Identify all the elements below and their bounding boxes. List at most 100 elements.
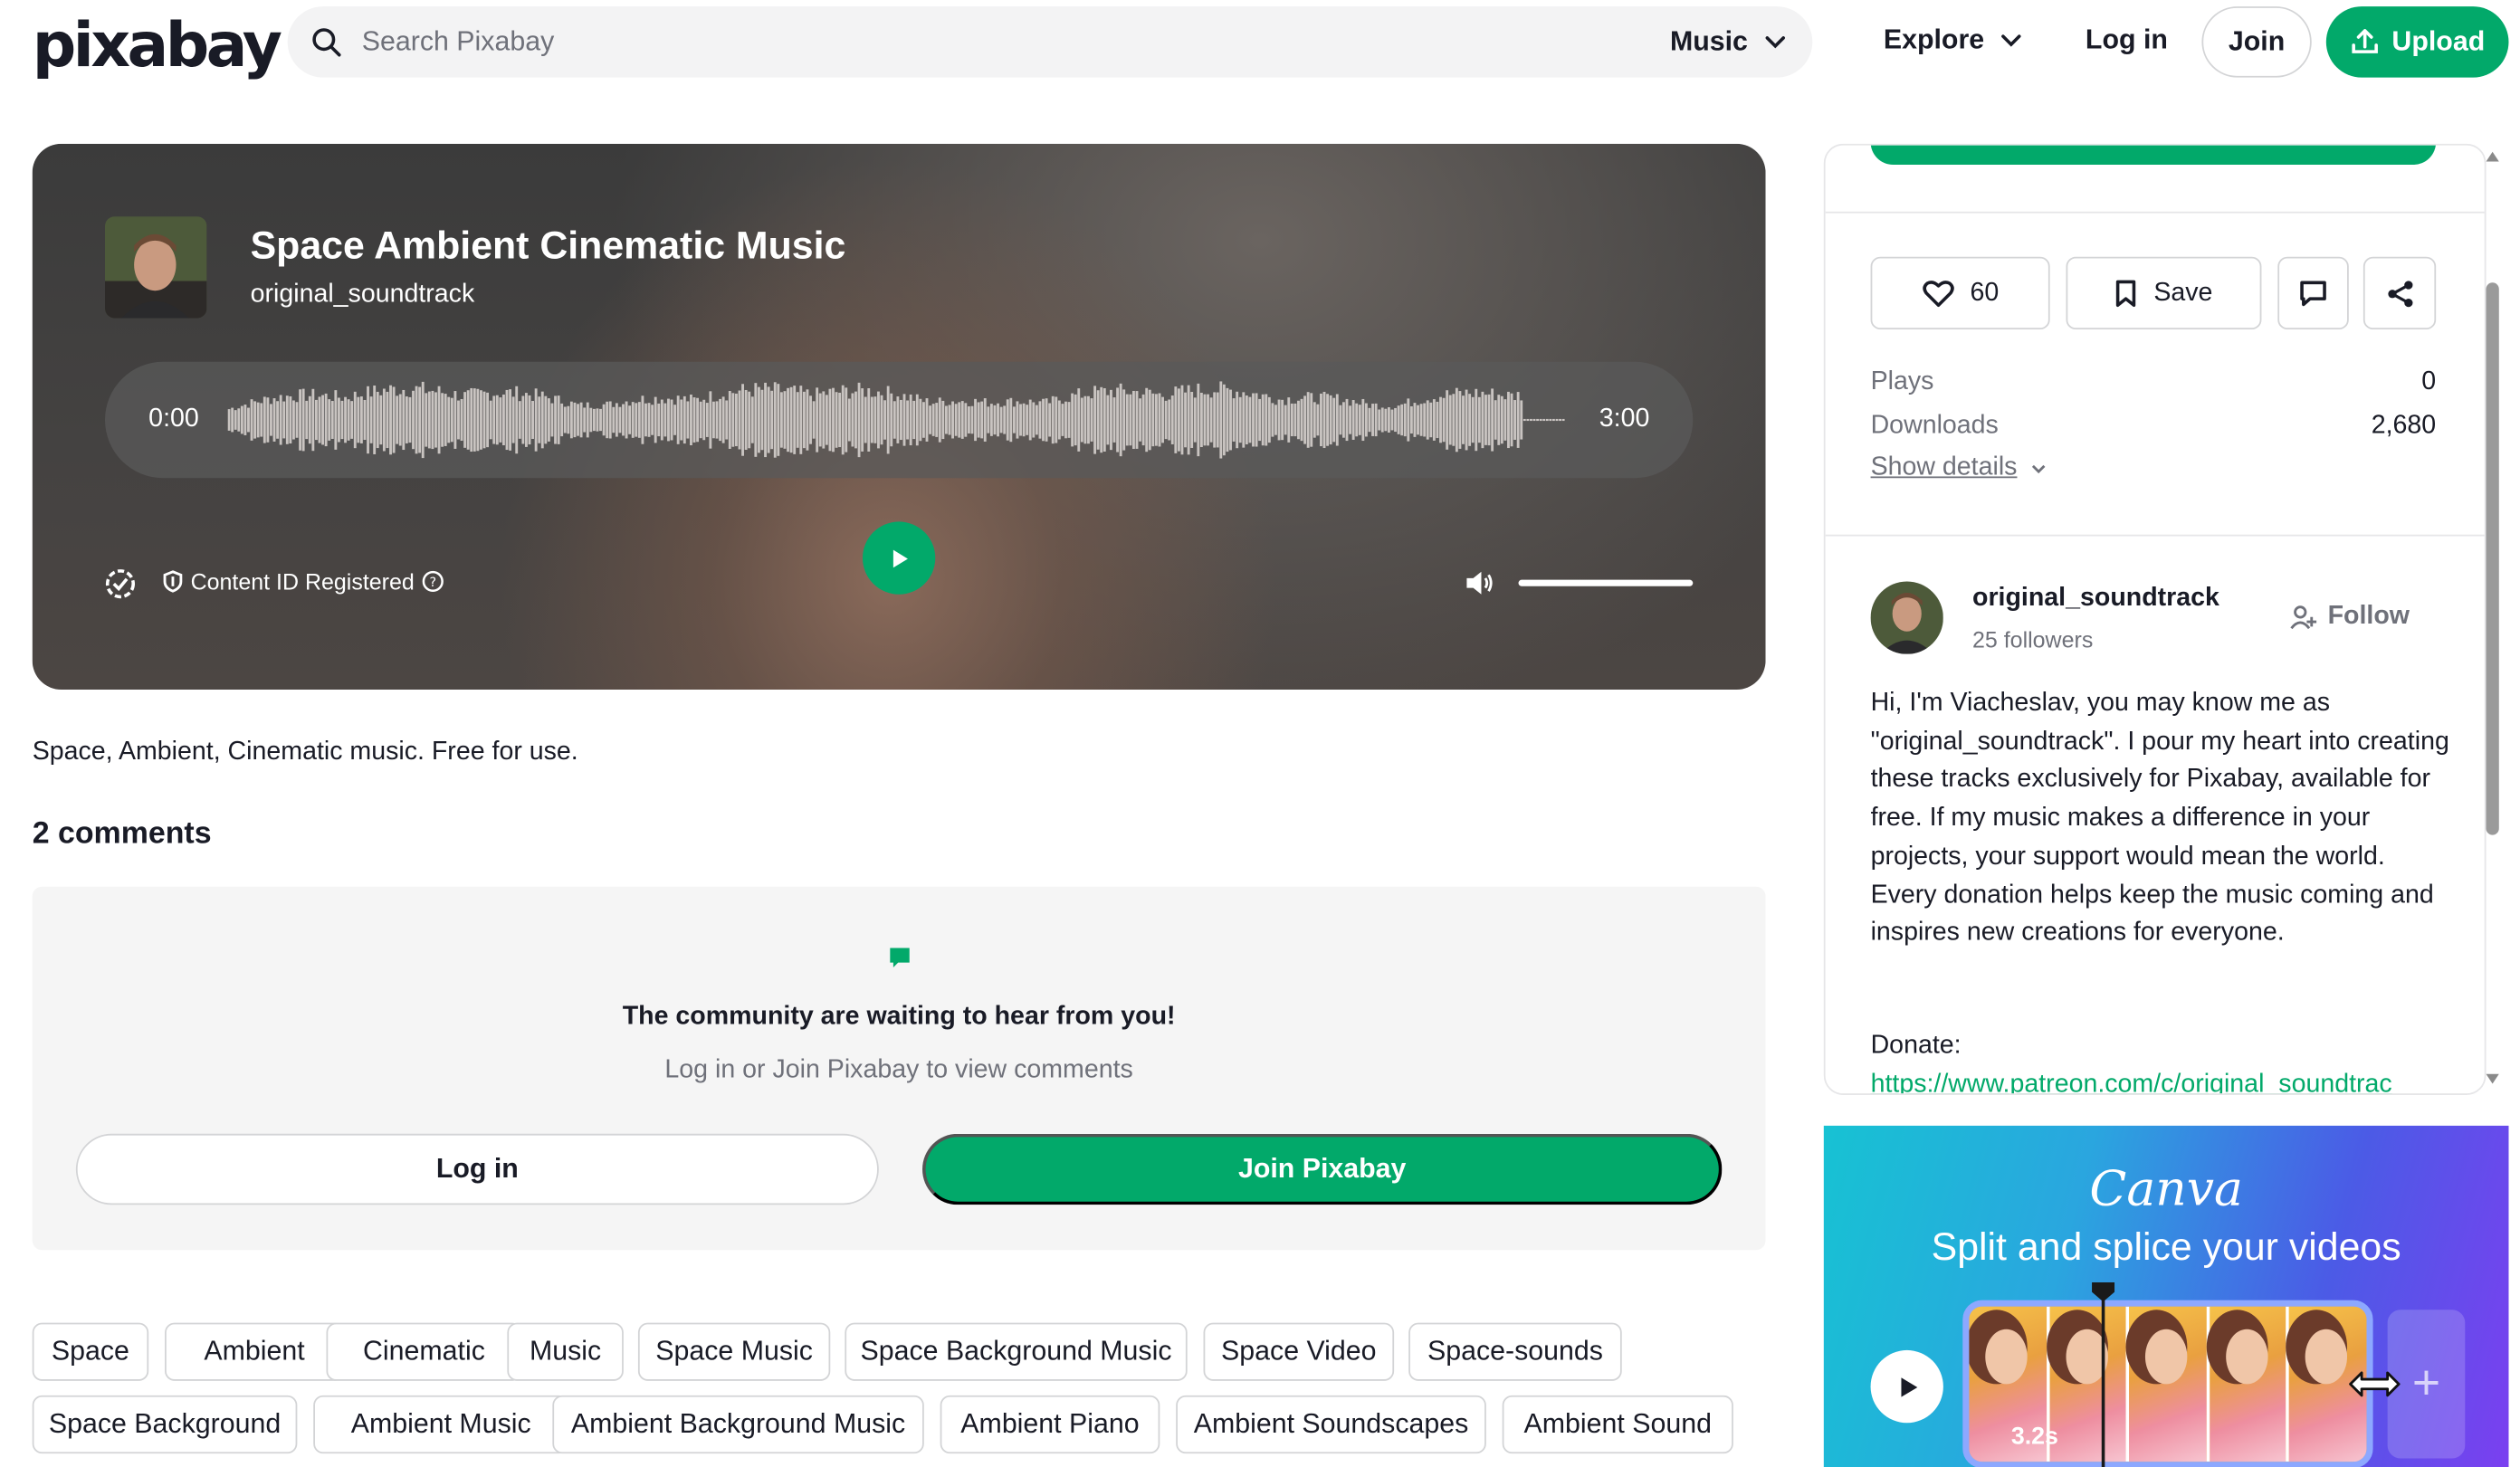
waveform-sample — [1226, 387, 1229, 452]
waveform-sample — [308, 395, 311, 444]
waveform-sample — [931, 404, 935, 436]
tag-space-background-music[interactable]: Space Background Music — [845, 1322, 1188, 1381]
waveform-sample — [864, 396, 867, 443]
waveform-sample — [1403, 403, 1407, 437]
scroll-down-arrow-icon[interactable] — [2485, 1072, 2501, 1085]
waveform-sample — [1009, 397, 1013, 443]
waveform-sample — [822, 391, 826, 449]
waveform[interactable] — [227, 378, 1566, 462]
heart-icon — [1922, 280, 1953, 307]
waveform-sample — [386, 391, 389, 449]
tag-space[interactable]: Space — [32, 1322, 149, 1381]
content-id-label[interactable]: Content ID Registered ? — [161, 568, 444, 595]
tag-space-video[interactable]: Space Video — [1203, 1322, 1395, 1381]
tag-space-background[interactable]: Space Background — [32, 1395, 298, 1454]
badge-settings-icon[interactable] — [103, 567, 137, 600]
user-name[interactable]: original_soundtrack — [1972, 585, 2219, 614]
comments-login-button[interactable]: Log in — [75, 1133, 879, 1205]
waveform-sample — [1542, 418, 1546, 422]
waveform-sample — [596, 408, 599, 432]
tag-ambient-soundscapes[interactable]: Ambient Soundscapes — [1176, 1395, 1486, 1454]
waveform-sample — [725, 400, 729, 440]
explore-menu[interactable]: Explore — [1884, 24, 2023, 57]
waveform-sample — [625, 401, 628, 439]
add-user-icon — [2290, 605, 2317, 630]
waveform-sample — [1326, 394, 1330, 446]
ad-play-button[interactable] — [1870, 1349, 1943, 1424]
volume-icon[interactable] — [1464, 567, 1496, 599]
search-input[interactable] — [361, 25, 1670, 59]
waveform-sample — [719, 398, 722, 442]
waveform-sample — [557, 395, 560, 444]
pixabay-logo[interactable]: pixabay — [33, 10, 282, 81]
waveform-sample — [589, 407, 593, 433]
waveform-sample — [686, 401, 690, 439]
header-login-link[interactable]: Log in — [2086, 24, 2168, 57]
tag-space-music[interactable]: Space Music — [637, 1322, 831, 1381]
waveform-sample — [851, 393, 854, 447]
waveform-sample — [1274, 405, 1277, 435]
waveform-sample — [880, 395, 883, 445]
save-button[interactable]: Save — [2066, 256, 2262, 330]
scrollbar-thumb[interactable] — [2486, 282, 2499, 835]
waveform-sample — [1219, 381, 1223, 459]
waveform-sample — [554, 395, 557, 444]
waveform-sample — [237, 408, 241, 432]
waveform-sample — [266, 397, 270, 443]
waveform-sample — [1229, 389, 1232, 451]
waveform-sample — [1312, 402, 1316, 438]
comments-join-button[interactable]: Join Pixabay — [922, 1133, 1723, 1205]
waveform-sample — [1209, 397, 1213, 443]
show-details-link[interactable]: Show details — [1871, 453, 2047, 482]
waveform-sample — [838, 392, 842, 448]
waveform-sample — [295, 402, 299, 438]
waveform-sample — [1042, 398, 1045, 442]
upload-button[interactable]: Upload — [2325, 6, 2509, 78]
waveform-sample — [425, 393, 428, 447]
tag-ambient-sound[interactable]: Ambient Sound — [1502, 1395, 1733, 1454]
waveform-sample — [1417, 405, 1419, 435]
waveform-sample — [618, 406, 622, 433]
waveform-sample — [1387, 406, 1390, 433]
search-bar[interactable]: Music — [287, 6, 1813, 78]
waveform-sample — [521, 395, 525, 444]
waveform-sample — [289, 395, 292, 444]
waveform-sample — [427, 391, 431, 449]
waveform-sample — [1170, 395, 1174, 444]
follow-button[interactable]: Follow — [2289, 603, 2410, 632]
waveform-sample — [415, 386, 418, 454]
plays-value: 0 — [2421, 367, 2437, 396]
donate-link[interactable]: https://www.patreon.com/c/original_sound… — [1871, 1071, 2392, 1093]
tag-ambient-background-music[interactable]: Ambient Background Music — [552, 1395, 924, 1454]
artist-avatar[interactable] — [104, 216, 207, 319]
like-button[interactable]: 60 — [1870, 256, 2050, 330]
canva-ad[interactable]: Canva Split and splice your videos 3.2s … — [1823, 1125, 2509, 1467]
waveform-sample — [550, 403, 554, 437]
comment-button[interactable] — [2277, 256, 2349, 330]
download-button-partial[interactable] — [1870, 145, 2437, 166]
tag-space-sounds[interactable]: Space-sounds — [1408, 1322, 1622, 1381]
scroll-up-arrow-icon[interactable] — [2485, 150, 2501, 163]
waveform-sample — [734, 393, 738, 447]
tag-cinematic[interactable]: Cinematic — [326, 1322, 522, 1381]
comments-prompt-subtitle: Log in or Join Pixabay to view comments — [664, 1056, 1133, 1084]
waveform-sample — [1061, 404, 1064, 436]
play-button[interactable] — [862, 521, 936, 595]
waveform-sample — [1080, 397, 1083, 443]
volume-slider[interactable] — [1518, 579, 1694, 586]
track-description: Space, Ambient, Cinematic music. Free fo… — [32, 738, 578, 766]
bookmark-icon — [2116, 279, 2136, 307]
tag-ambient[interactable]: Ambient — [165, 1322, 345, 1381]
waveform-sample — [376, 391, 379, 449]
tag-ambient-music[interactable]: Ambient Music — [313, 1395, 569, 1454]
waveform-sample — [651, 405, 654, 435]
header-join-button[interactable]: Join — [2201, 6, 2312, 78]
tag-music[interactable]: Music — [507, 1322, 624, 1381]
search-category-dropdown[interactable]: Music — [1670, 26, 1787, 59]
user-avatar[interactable] — [1870, 581, 1943, 654]
chevron-down-icon — [1765, 36, 1785, 49]
waveform-sample — [586, 402, 589, 438]
tag-ambient-piano[interactable]: Ambient Piano — [940, 1395, 1160, 1454]
share-button[interactable] — [2362, 256, 2437, 330]
track-artist[interactable]: original_soundtrack — [251, 281, 475, 310]
